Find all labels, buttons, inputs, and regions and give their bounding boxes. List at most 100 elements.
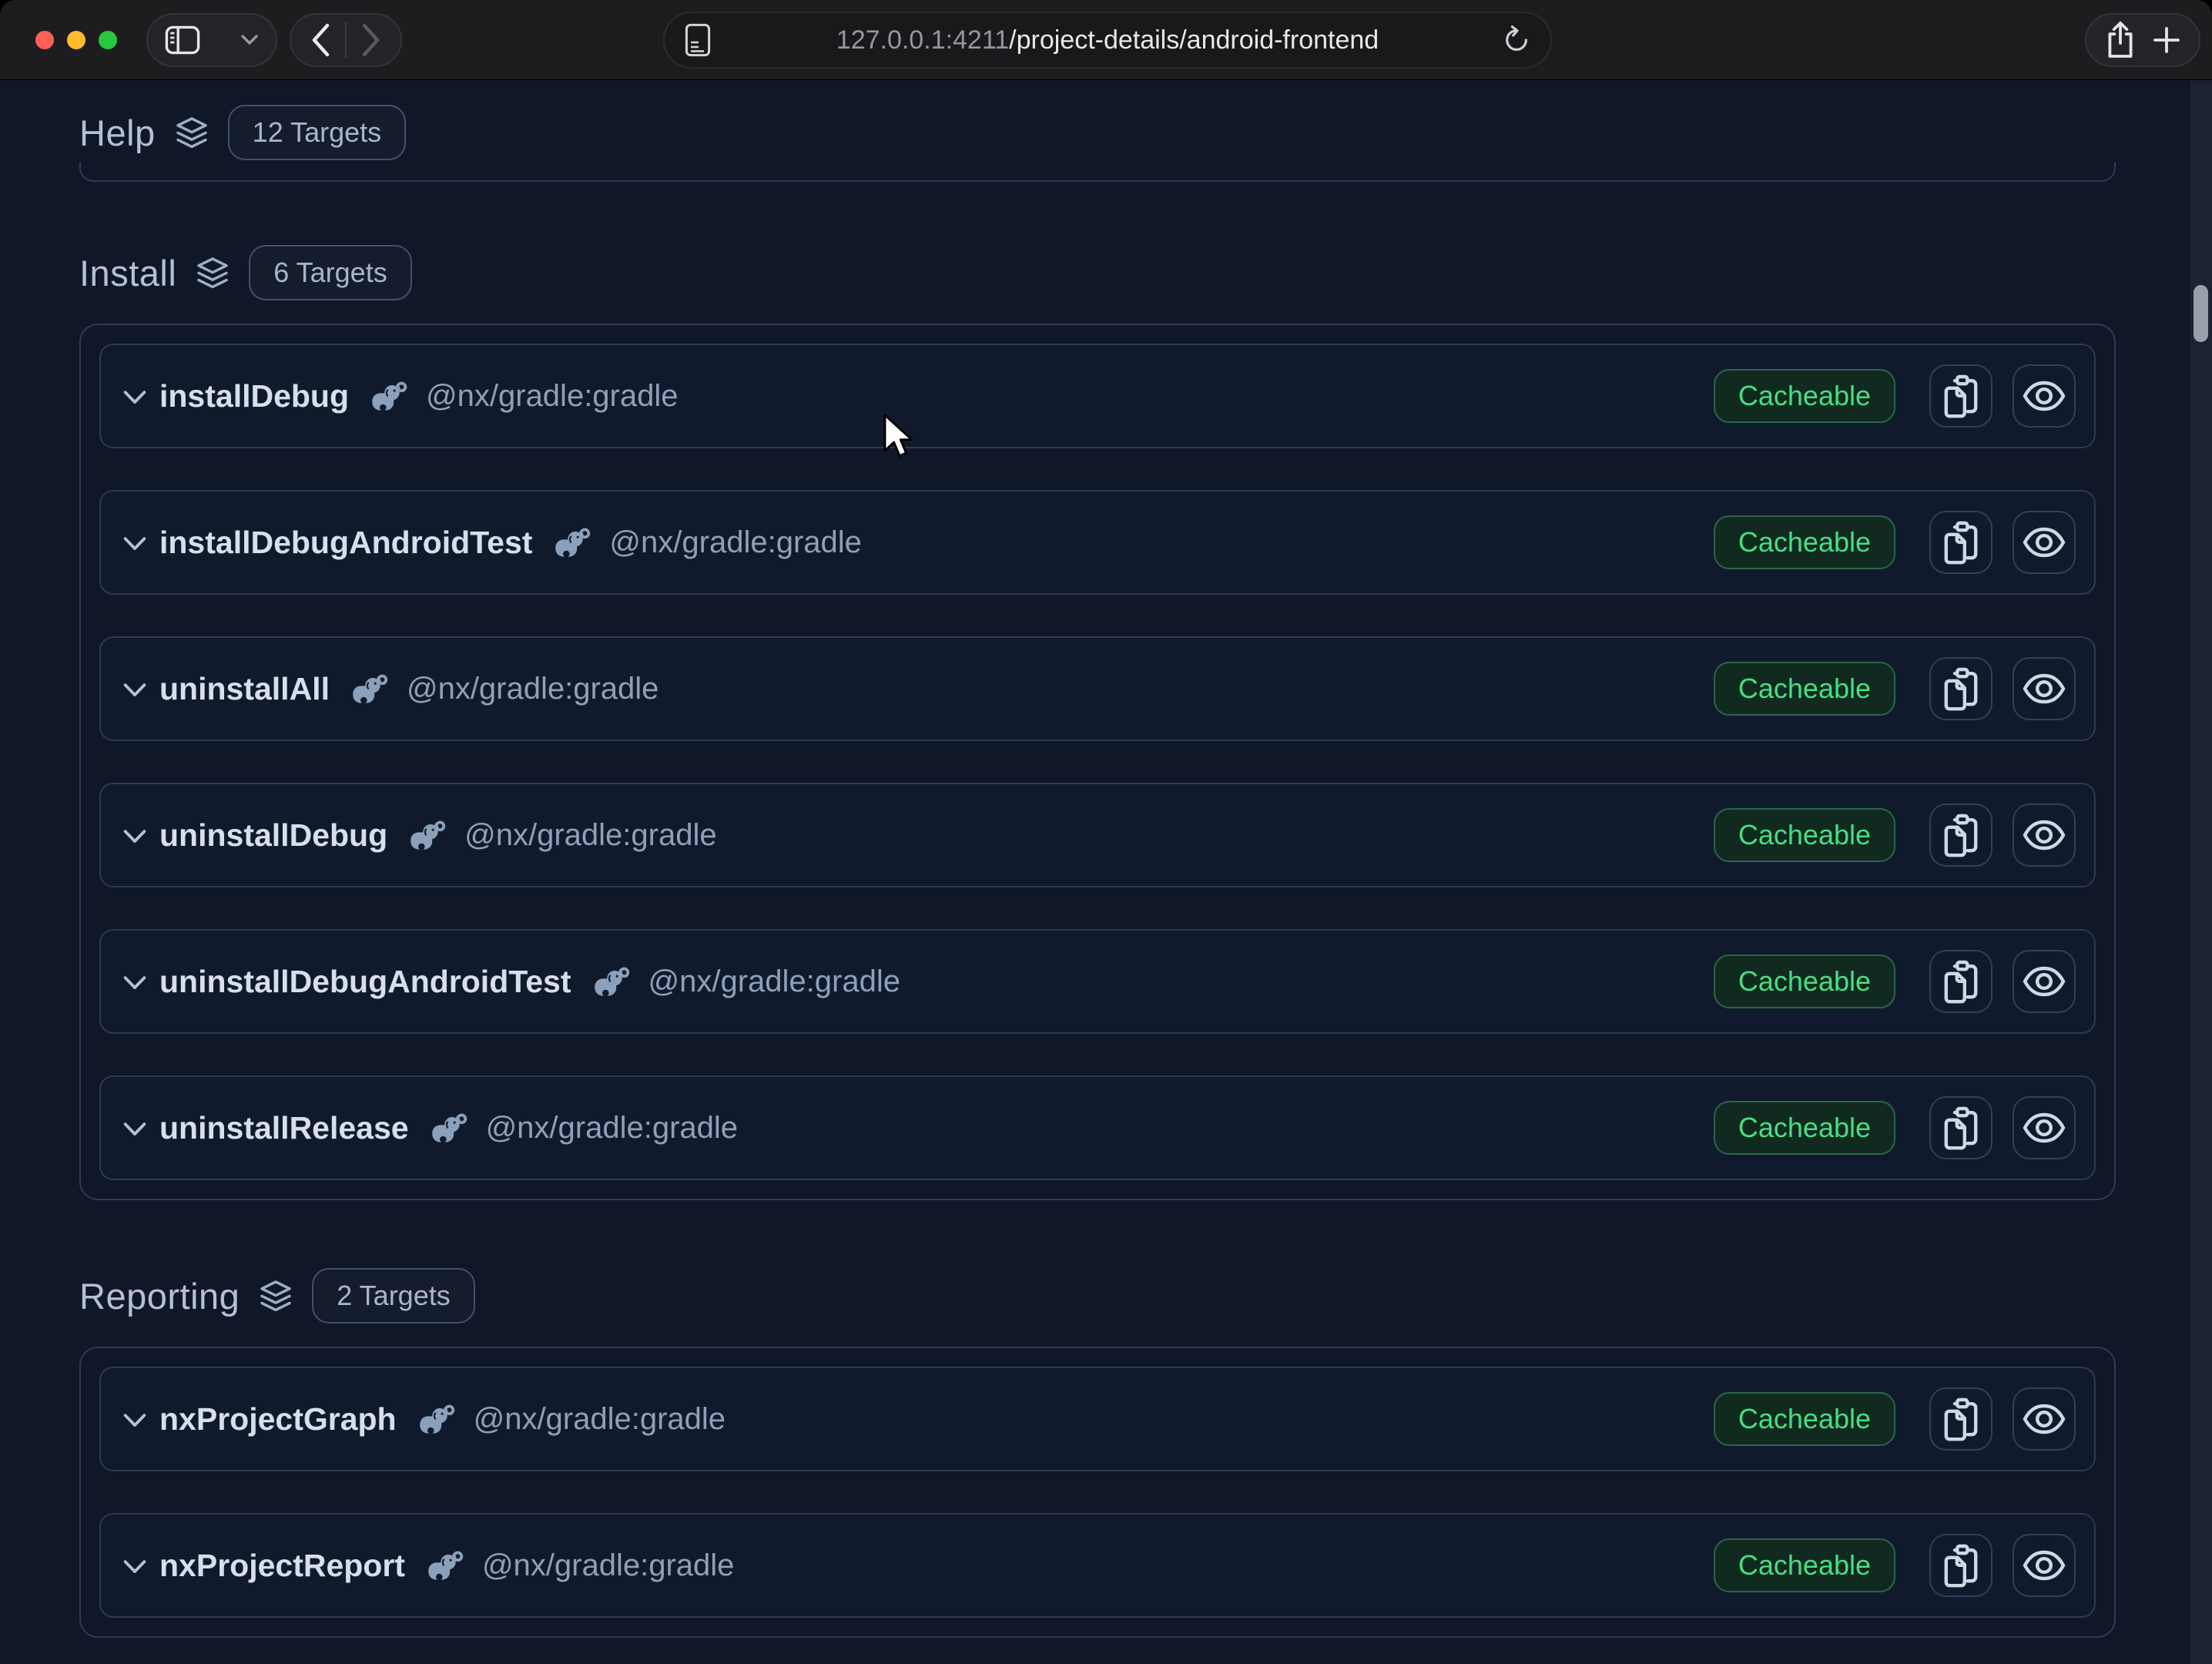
close-button[interactable] xyxy=(35,31,54,49)
cacheable-badge: Cacheable xyxy=(1714,1101,1895,1155)
copy-target-button[interactable] xyxy=(1929,803,1992,867)
copy-clipboard-icon xyxy=(1941,959,1981,1004)
zoom-button[interactable] xyxy=(99,31,117,49)
help-box-bottom-edge xyxy=(79,162,2116,182)
target-runner: @nx/gradle:gradle xyxy=(649,965,900,999)
eye-icon xyxy=(2022,819,2066,851)
back-button[interactable] xyxy=(310,23,330,57)
page-settings-icon[interactable] xyxy=(685,23,711,57)
gradle-elephant-icon xyxy=(407,820,446,850)
sidebar-toggle-button[interactable] xyxy=(146,13,277,67)
view-target-button[interactable] xyxy=(2013,803,2076,867)
view-target-button[interactable] xyxy=(2013,364,2076,428)
target-row[interactable]: installDebugAndroidTest @nx/gradle:gradl… xyxy=(99,490,2096,595)
view-target-button[interactable] xyxy=(2013,511,2076,574)
copy-clipboard-icon xyxy=(1941,666,1981,711)
cacheable-badge: Cacheable xyxy=(1714,954,1895,1008)
nav-divider xyxy=(345,22,347,58)
layers-icon xyxy=(174,115,209,150)
new-tab-button[interactable] xyxy=(2153,26,2180,54)
eye-icon xyxy=(2022,1403,2066,1435)
copy-target-button[interactable] xyxy=(1929,950,1992,1013)
target-row[interactable]: uninstallRelease @nx/gradle:gradle Cache… xyxy=(99,1075,2096,1180)
eye-icon xyxy=(2022,673,2066,705)
address-bar[interactable]: 127.0.0.1:4211/project-details/android-f… xyxy=(663,12,1552,69)
gradle-elephant-icon xyxy=(552,527,591,558)
minimize-button[interactable] xyxy=(67,31,85,49)
copy-clipboard-icon xyxy=(1941,520,1981,565)
project-details-page: Help 12 Targets Install xyxy=(0,80,2212,1664)
share-button[interactable] xyxy=(2105,21,2136,59)
chevron-down-icon[interactable] xyxy=(122,1122,147,1137)
chevron-down-icon[interactable] xyxy=(122,829,147,844)
copy-clipboard-icon xyxy=(1941,1397,1981,1441)
target-row[interactable]: uninstallDebug @nx/gradle:gradle Cacheab… xyxy=(99,783,2096,887)
target-name: uninstallDebugAndroidTest xyxy=(159,964,571,1000)
cacheable-badge: Cacheable xyxy=(1714,808,1895,862)
browser-toolbar: 127.0.0.1:4211/project-details/android-f… xyxy=(0,0,2212,80)
view-target-button[interactable] xyxy=(2013,657,2076,720)
target-row[interactable]: nxProjectGraph @nx/gradle:gradle Cacheab… xyxy=(99,1367,2096,1471)
section-header-reporting: Reporting 2 Targets xyxy=(79,1268,2116,1323)
copy-target-button[interactable] xyxy=(1929,1387,1992,1451)
copy-target-button[interactable] xyxy=(1929,657,1992,720)
section-title: Help xyxy=(79,112,156,154)
target-name: nxProjectGraph xyxy=(159,1401,397,1438)
target-name: nxProjectReport xyxy=(159,1548,405,1584)
toolbar-right-buttons xyxy=(2085,13,2200,67)
view-target-button[interactable] xyxy=(2013,1534,2076,1597)
view-target-button[interactable] xyxy=(2013,1096,2076,1159)
target-row[interactable]: nxProjectReport @nx/gradle:gradle Cachea… xyxy=(99,1513,2096,1618)
chevron-down-icon[interactable] xyxy=(122,975,147,991)
chevron-down-icon[interactable] xyxy=(122,536,147,552)
gradle-elephant-icon xyxy=(429,1112,468,1143)
copy-target-button[interactable] xyxy=(1929,1534,1992,1597)
scrollbar-thumb[interactable] xyxy=(2194,285,2208,342)
gradle-elephant-icon xyxy=(425,1550,464,1581)
gradle-elephant-icon xyxy=(369,381,407,411)
target-row[interactable]: uninstallAll @nx/gradle:gradle Cacheable xyxy=(99,636,2096,741)
target-runner: @nx/gradle:gradle xyxy=(486,1111,738,1146)
copy-target-button[interactable] xyxy=(1929,364,1992,428)
reload-button[interactable] xyxy=(1501,25,1532,55)
url-path: /project-details/android-frontend xyxy=(1009,25,1379,55)
chevron-down-icon xyxy=(240,34,259,45)
copy-target-button[interactable] xyxy=(1929,511,1992,574)
target-runner: @nx/gradle:gradle xyxy=(482,1548,734,1583)
chevron-down-icon[interactable] xyxy=(122,390,147,405)
chevron-down-icon[interactable] xyxy=(122,1559,147,1575)
eye-icon xyxy=(2022,965,2066,998)
gradle-elephant-icon xyxy=(350,673,388,704)
forward-button[interactable] xyxy=(361,23,381,57)
eye-icon xyxy=(2022,380,2066,412)
copy-clipboard-icon xyxy=(1941,374,1981,418)
target-name: uninstallDebug xyxy=(159,817,387,854)
copy-clipboard-icon xyxy=(1941,1105,1981,1150)
eye-icon xyxy=(2022,1112,2066,1144)
cacheable-badge: Cacheable xyxy=(1714,515,1895,569)
target-name: uninstallRelease xyxy=(159,1110,409,1146)
chevron-down-icon[interactable] xyxy=(122,1413,147,1428)
section-title: Install xyxy=(79,252,176,294)
copy-target-button[interactable] xyxy=(1929,1096,1992,1159)
targets-count-badge: 12 Targets xyxy=(228,105,406,160)
view-target-button[interactable] xyxy=(2013,950,2076,1013)
targets-count-badge: 2 Targets xyxy=(312,1268,474,1323)
scrollbar-track[interactable] xyxy=(2190,80,2212,1664)
gradle-elephant-icon xyxy=(592,966,630,997)
traffic-lights xyxy=(35,31,117,49)
target-name: installDebugAndroidTest xyxy=(159,525,532,561)
target-runner: @nx/gradle:gradle xyxy=(464,818,716,853)
target-name: uninstallAll xyxy=(159,671,330,707)
target-row[interactable]: installDebug @nx/gradle:gradle Cacheable xyxy=(99,344,2096,448)
cacheable-badge: Cacheable xyxy=(1714,369,1895,423)
chevron-down-icon[interactable] xyxy=(122,683,147,698)
url-text: 127.0.0.1:4211/project-details/android-f… xyxy=(836,25,1379,55)
url-host: 127.0.0.1:4211 xyxy=(836,25,1009,55)
section-header-help: Help 12 Targets xyxy=(79,80,2116,160)
eye-icon xyxy=(2022,526,2066,559)
target-row[interactable]: uninstallDebugAndroidTest @nx/gradle:gra… xyxy=(99,929,2096,1034)
cacheable-badge: Cacheable xyxy=(1714,662,1895,716)
target-runner: @nx/gradle:gradle xyxy=(407,672,659,706)
view-target-button[interactable] xyxy=(2013,1387,2076,1451)
